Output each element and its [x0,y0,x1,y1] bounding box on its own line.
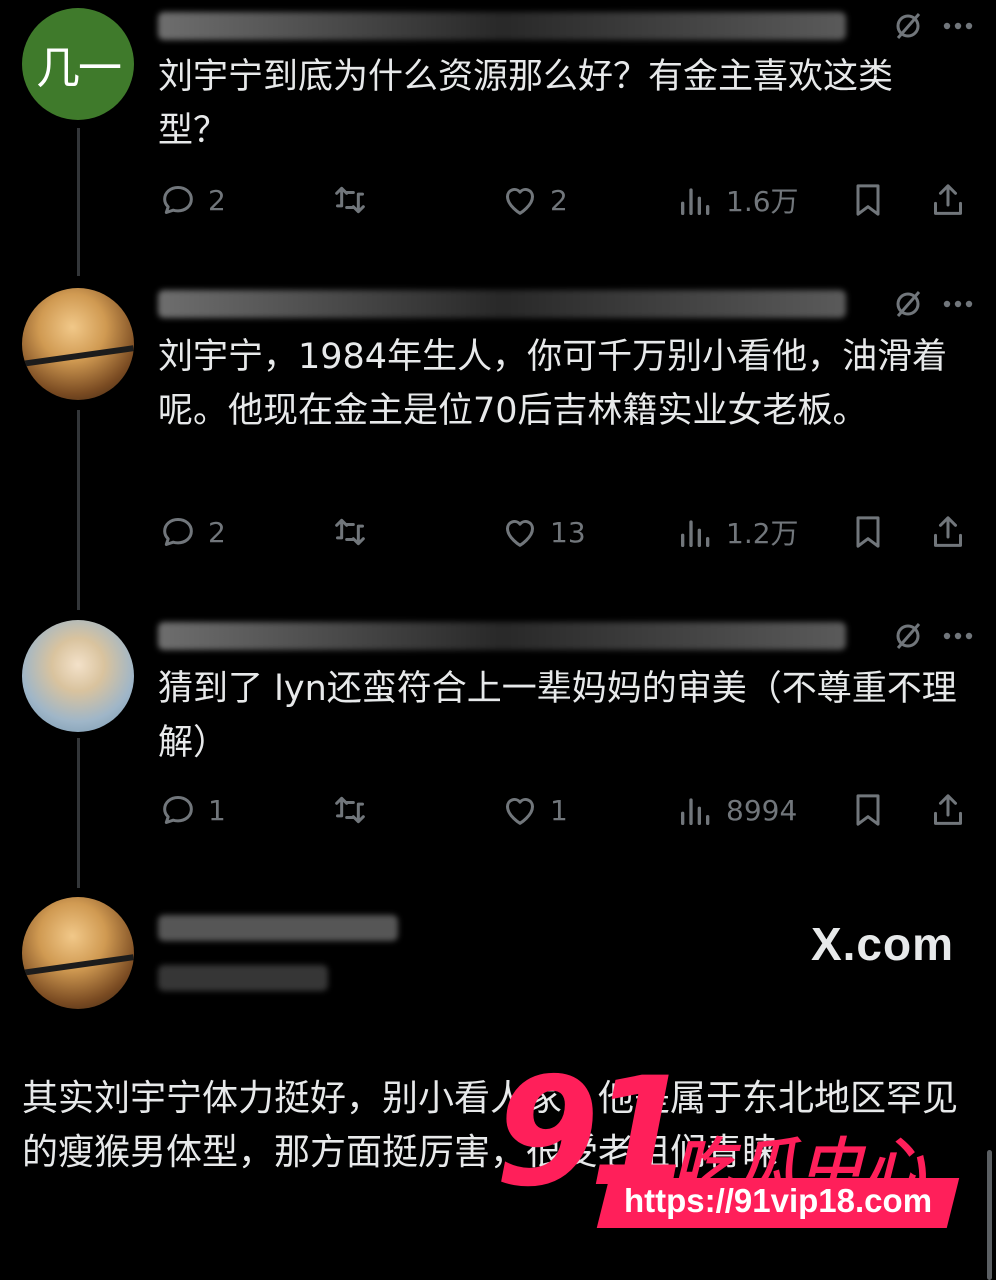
share-button[interactable] [928,512,968,552]
author-name-redacted [158,12,846,40]
views-count: 1.6万 [726,185,799,218]
like-button[interactable]: 13 [500,512,676,552]
author-name-redacted [158,290,846,318]
grok-icon[interactable] [890,618,926,654]
bookmark-icon [856,184,880,216]
bookmark-button[interactable] [848,180,928,220]
tweet-actions: 2 2 1.6万 [158,178,970,222]
share-button[interactable] [928,180,968,220]
views-button[interactable]: 8994 [676,790,848,830]
share-icon [934,794,962,825]
quoted-post-text: 其实刘宇宁体力挺好，别小看人家，他是属于东北地区罕见的瘦猴男体型，那方面挺厉害，… [22,1078,959,1173]
tweet-text: 刘宇宁到底为什么资源那么好？有金主喜欢这类型？ [158,57,894,151]
reply-button[interactable]: 2 [158,512,330,552]
retweet-icon [335,186,365,214]
retweet-icon [335,518,365,546]
author-name-redacted [158,915,398,941]
like-count: 1 [550,793,568,827]
avatar[interactable] [22,620,134,732]
like-count: 2 [550,183,568,217]
retweet-button[interactable] [330,790,500,830]
bookmark-button[interactable] [848,512,928,552]
source-label: X.com [810,918,954,970]
tweet-text: 猜到了 lyn还蛮符合上一辈妈妈的审美（不尊重不理解） [158,669,957,763]
retweet-icon [335,796,365,824]
views-button[interactable]: 1.6万 [676,180,848,220]
tweet-text: 刘宇宁，1984年生人，你可千万别小看他，油滑着呢。他现在金主是位70后吉林籍实… [158,337,948,431]
more-icon[interactable] [940,8,976,44]
views-icon [681,188,710,215]
reply-count: 2 [208,183,226,217]
avatar[interactable] [22,288,134,400]
bookmark-icon [856,516,880,548]
reply-icon [163,186,193,214]
views-icon [681,520,710,547]
grok-icon[interactable] [890,286,926,322]
avatar[interactable] [22,897,134,1009]
retweet-button[interactable] [330,180,500,220]
author-handle-redacted [158,965,328,991]
watermark-url: https://91vip18.com [623,1182,933,1219]
reply-count: 2 [208,515,226,549]
reply-icon [163,796,193,824]
like-button[interactable]: 1 [500,790,676,830]
views-button[interactable]: 1.2万 [676,512,848,552]
heart-icon [506,798,534,825]
heart-icon [506,520,534,547]
reply-icon [163,518,193,546]
tweet[interactable]: 猜到了 lyn还蛮符合上一辈妈妈的审美（不尊重不理解） 1 1 8994 [0,612,996,862]
reply-button[interactable]: 2 [158,180,330,220]
avatar[interactable]: 几一 [22,8,134,120]
tweet[interactable]: 几一 刘宇宁到底为什么资源那么好？有金主喜欢这类型？ 2 2 1.6万 [0,0,996,260]
tweet-actions: 1 1 8994 [158,788,970,832]
author-name-redacted [158,622,846,650]
views-icon [681,798,710,825]
bookmark-button[interactable] [848,790,928,830]
like-button[interactable]: 2 [500,180,676,220]
grok-icon[interactable] [890,8,926,44]
watermark-bar [596,1178,960,1228]
bookmark-icon [856,794,880,826]
more-icon[interactable] [940,618,976,654]
share-icon [934,184,962,215]
tweet[interactable]: 刘宇宁，1984年生人，你可千万别小看他，油滑着呢。他现在金主是位70后吉林籍实… [0,280,996,580]
views-count: 8994 [726,793,798,827]
like-count: 13 [550,515,586,549]
heart-icon [506,188,534,215]
tweet-header [158,284,976,324]
share-icon [934,516,962,547]
retweet-button[interactable] [330,512,500,552]
tweet-header [158,6,976,46]
reply-button[interactable]: 1 [158,790,330,830]
more-icon[interactable] [940,286,976,322]
reply-count: 1 [208,793,226,827]
avatar-detail [22,954,134,976]
avatar-initials: 几一 [36,43,122,94]
avatar-detail [22,345,134,367]
views-count: 1.2万 [726,517,799,550]
quoted-post-header[interactable]: X.com [0,895,996,1025]
tweet-actions: 2 13 1.2万 [158,510,970,554]
scrollbar[interactable] [987,1150,992,1280]
tweet-header [158,616,976,656]
share-button[interactable] [928,790,968,830]
